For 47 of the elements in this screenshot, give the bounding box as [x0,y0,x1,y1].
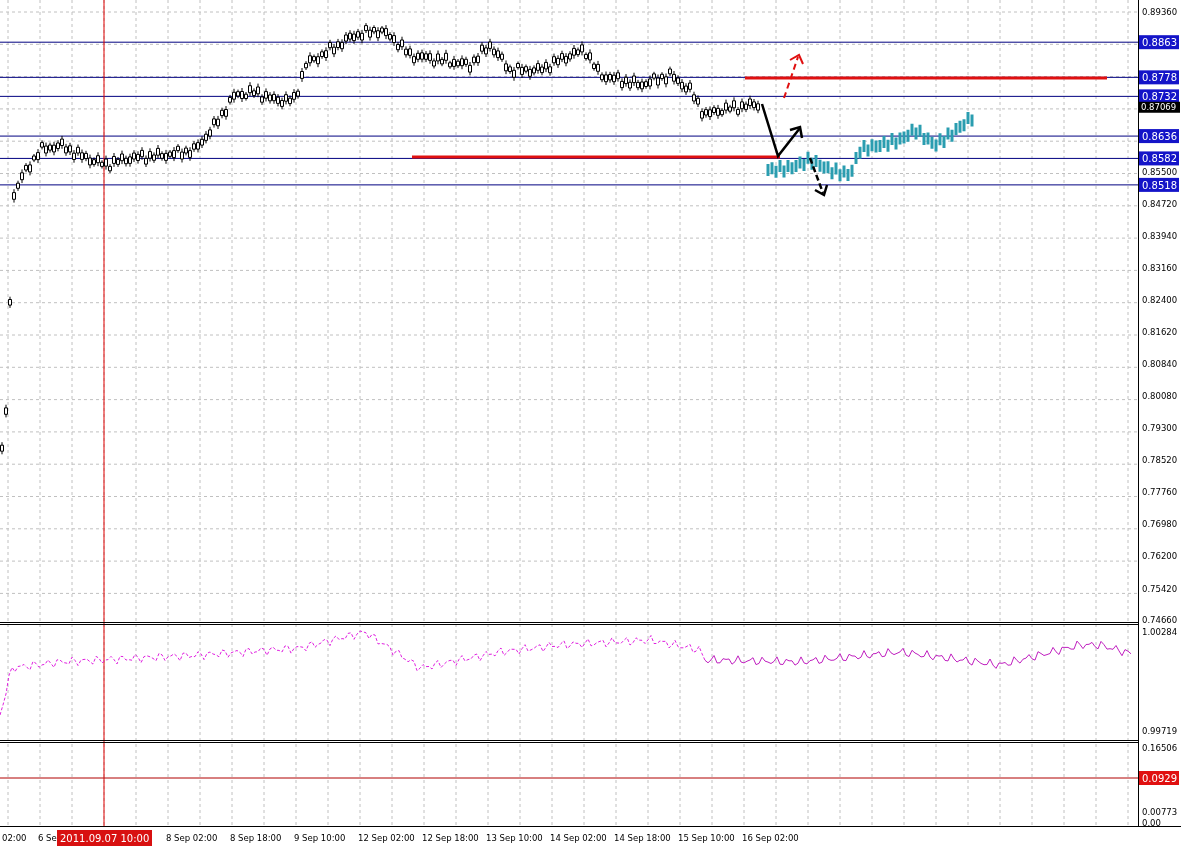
support-line[interactable] [412,155,780,159]
price-axis-label: 0.80080 [1142,390,1178,401]
time-axis-label: 02:00 [2,833,27,843]
time-axis-label: 9 Sep 10:00 [294,833,346,843]
level-price-label: 0.8582 [1139,151,1179,166]
level-price-label: 0.8778 [1139,70,1179,85]
price-axis-label: 0.76200 [1142,551,1178,562]
price-axis-label: 0.83160 [1142,263,1178,274]
time-axis-label: 14 Sep 18:00 [614,833,671,843]
time-axis-label: 12 Sep 18:00 [422,833,479,843]
level-price-label: 0.8636 [1139,129,1179,144]
price-axis-label: 0.84720 [1142,198,1178,209]
price-axis-label: 0.77760 [1142,486,1178,497]
price-axis-label: 0.75420 [1142,583,1178,594]
price-axis-label: 0.74660 [1142,615,1178,625]
level-price-label: 0.8732 [1139,89,1179,104]
time-axis-label: 6 Se [38,833,57,843]
forecast-arrow-icon [808,157,829,197]
forecast-arrow-icon [783,53,804,99]
price-axis-label: 0.80840 [1142,359,1178,370]
indicator-axis-label: 1.00284 [1142,627,1178,637]
forecast-arrow-icon [760,103,804,159]
price-axis-label: 0.81620 [1142,327,1178,338]
time-axis-label: 13 Sep 10:00 [486,833,543,843]
lower-level-label: 0.0929 [1139,771,1179,785]
lower-axis-label: 0.00 [1142,818,1161,828]
resistance-line[interactable] [745,76,1107,80]
price-axis-label: 0.89360 [1142,7,1178,17]
price-axis-label: 0.79300 [1142,423,1178,434]
price-axis-label: 0.76980 [1142,519,1178,530]
indicator-axis-label: 0.99719 [1142,726,1178,736]
time-axis-label: 14 Sep 02:00 [550,833,607,843]
time-axis-label: 8 Sep 18:00 [230,833,282,843]
time-axis-label: 12 Sep 02:00 [358,833,415,843]
lower-axis-label: 0.00773 [1142,807,1178,817]
price-axis-label: 0.83940 [1142,231,1178,242]
level-line[interactable] [0,95,1139,97]
time-axis-label: 16 Sep 02:00 [742,833,799,843]
price-axis-label: 0.85500 [1142,166,1178,177]
current-price-label: 0.87069 [1139,101,1180,113]
price-axis-label: 0.82400 [1142,294,1178,305]
cursor-time-label: 2011.09.07 10:00 [57,830,152,846]
level-price-label: 0.8863 [1139,35,1179,50]
time-axis-label: 8 Sep 02:00 [166,833,218,843]
time-axis-label: 15 Sep 10:00 [678,833,735,843]
price-axis-label: 0.78520 [1142,455,1178,466]
lower-axis-label: 0.16506 [1142,743,1178,753]
